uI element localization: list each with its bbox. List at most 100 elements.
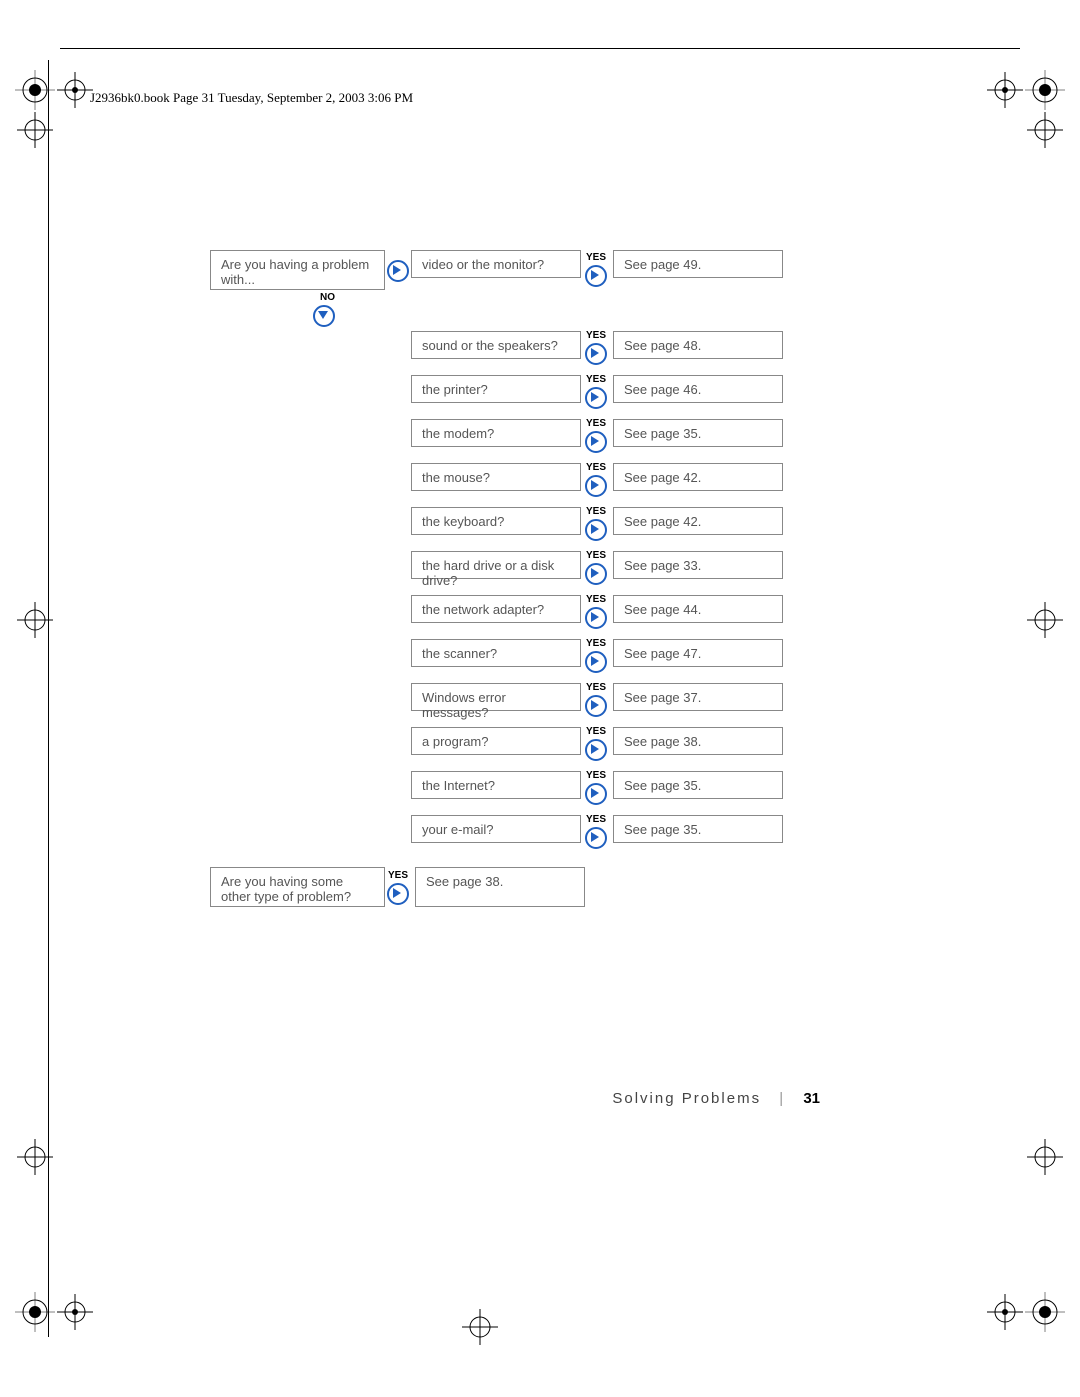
item-question-3: the modem? [411,419,581,447]
yes-indicator-7: YES [583,595,609,629]
troubleshooting-flow: Are you having a problem with... video o… [210,250,790,917]
registration-mark-icon [15,600,55,640]
flow-row: your e-mail?YESSee page 35. [210,815,790,849]
yes-indicator-8: YES [583,639,609,673]
yes-label: YES [586,683,606,693]
registration-mark-icon [1025,110,1065,150]
flow-row: Windows error messages? YES See page 37. [210,683,790,717]
flow-row-intro: Are you having a problem with... video o… [210,250,790,290]
yes-label: YES [586,375,606,385]
registration-mark-icon [55,70,95,110]
yes-indicator-11: YES [583,771,609,805]
arrow-right-icon [387,883,409,905]
arrow-right-icon [585,563,607,585]
footer-section: Solving Problems [612,1090,761,1107]
flow-row: the network adapter?YESSee page 44. [210,595,790,629]
arrow-right-icon [585,827,607,849]
flow-row: sound or the speakers?YESSee page 48. [210,331,790,365]
item-question-2: the printer? [411,375,581,403]
arrow-right-icon [585,475,607,497]
no-indicator: NO [210,292,385,327]
intro-question-box: Are you having a problem with... [210,250,385,290]
yes-label: YES [586,463,606,473]
yes-label: YES [586,727,606,737]
yes-label: YES [586,595,606,605]
registration-mark-icon [1025,1137,1065,1177]
item-question-6: the hard drive or a disk drive? [411,551,581,579]
flow-row: the modem?YESSee page 35. [210,419,790,453]
registration-mark-icon [15,1292,55,1332]
arrow-right-icon [585,695,607,717]
arrow-right-icon [585,387,607,409]
item-question-1: sound or the speakers? [411,331,581,359]
intro-arrow [385,250,411,290]
flow-row: the Internet? YES See page 35. [210,771,790,805]
arrow-down-icon [313,305,335,327]
arrow-right-icon [585,265,607,287]
item-answer-5: See page 42. [613,507,783,535]
document-page: J2936bk0.book Page 31 Tuesday, September… [0,0,1080,1397]
registration-mark-icon [460,1307,500,1347]
crop-mark-top [60,48,1020,49]
arrow-right-icon [585,519,607,541]
registration-mark-icon [15,1137,55,1177]
item-answer-9: See page 37. [613,683,783,711]
yes-indicator-6: YES [583,551,609,585]
item-answer-6: See page 33. [613,551,783,579]
page-footer: Solving Problems | 31 [612,1090,820,1107]
arrow-right-icon [585,739,607,761]
item-question-0: video or the monitor? [411,250,581,278]
flow-row: the scanner? YES See page 47. [210,639,790,673]
item-answer-10: See page 38. [613,727,783,755]
item-answer-11: See page 35. [613,771,783,799]
yes-indicator-9: YES [583,683,609,717]
flow-row-other: Are you having some other type of proble… [210,867,790,907]
arrow-right-icon [387,260,409,282]
arrow-right-icon [585,343,607,365]
item-question-11: the Internet? [411,771,581,799]
other-answer-box: See page 38. [415,867,585,907]
yes-indicator-3: YES [583,419,609,453]
item-answer-12: See page 35. [613,815,783,843]
item-question-8: the scanner? [411,639,581,667]
arrow-right-icon [585,607,607,629]
registration-mark-icon [985,1292,1025,1332]
yes-label: YES [586,331,606,341]
yes-indicator-other: YES [385,867,411,907]
arrow-right-icon [585,651,607,673]
footer-page-number: 31 [803,1090,820,1107]
item-question-4: the mouse? [411,463,581,491]
registration-mark-icon [1025,600,1065,640]
no-indicator-row: NO [210,292,790,327]
no-label: NO [320,292,335,303]
arrow-right-icon [585,783,607,805]
yes-label: YES [586,639,606,649]
flow-row: the mouse?YESSee page 42. [210,463,790,497]
registration-mark-icon [985,70,1025,110]
flow-row: a program?YESSee page 38. [210,727,790,761]
running-header: J2936bk0.book Page 31 Tuesday, September… [90,90,413,106]
registration-mark-icon [1025,1292,1065,1332]
item-question-5: the keyboard? [411,507,581,535]
item-rows-container: sound or the speakers?YESSee page 48.the… [210,331,790,849]
yes-indicator-0: YES [583,250,609,290]
yes-label: YES [586,507,606,517]
item-question-7: the network adapter? [411,595,581,623]
yes-label: YES [388,871,408,881]
yes-indicator-5: YES [583,507,609,541]
flow-row: the printer?YESSee page 46. [210,375,790,409]
registration-mark-icon [15,70,55,110]
yes-label: YES [586,771,606,781]
footer-separator: | [779,1090,785,1107]
item-answer-8: See page 47. [613,639,783,667]
yes-label: YES [586,551,606,561]
item-answer-0: See page 49. [613,250,783,278]
registration-mark-icon [15,110,55,150]
yes-indicator-10: YES [583,727,609,761]
other-question-box: Are you having some other type of proble… [210,867,385,907]
yes-indicator-1: YES [583,331,609,365]
item-answer-3: See page 35. [613,419,783,447]
arrow-right-icon [585,431,607,453]
item-question-9: Windows error messages? [411,683,581,711]
yes-indicator-2: YES [583,375,609,409]
